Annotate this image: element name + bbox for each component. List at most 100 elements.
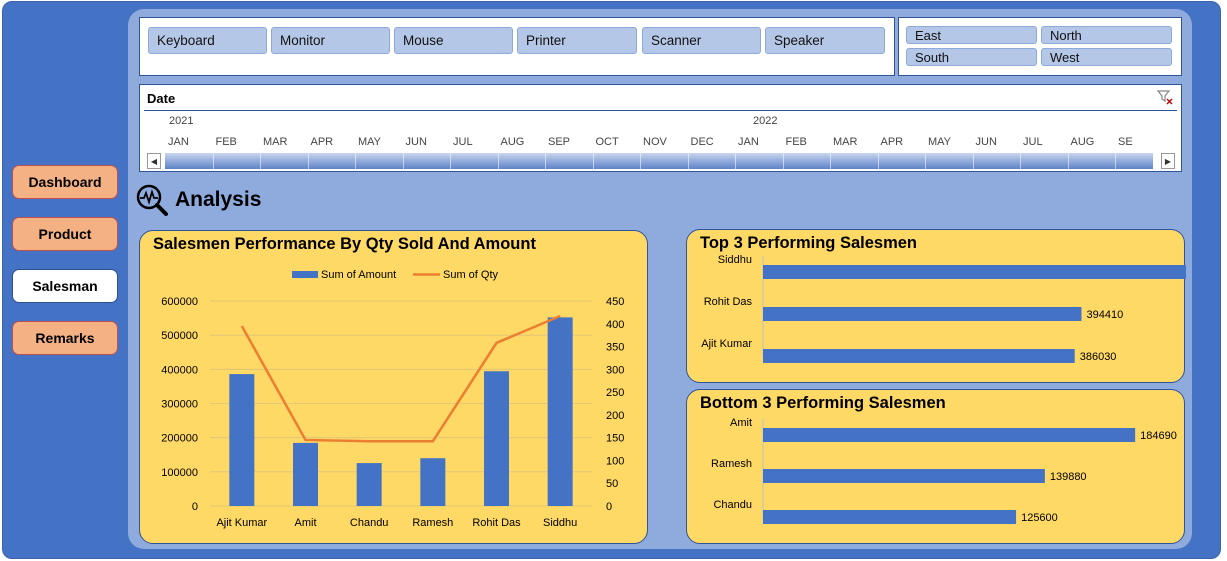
- x-tick-label: Chandu: [350, 517, 389, 529]
- slicer-item-monitor[interactable]: Monitor: [271, 27, 390, 54]
- nav-dashboard-button[interactable]: Dashboard: [12, 165, 118, 199]
- x-tick-label: Siddhu: [543, 517, 577, 529]
- nav-remarks-button[interactable]: Remarks: [12, 321, 118, 355]
- timeline-month-label[interactable]: MAY: [358, 136, 381, 148]
- y-left-tick-label: 300000: [161, 399, 198, 411]
- bar: [763, 349, 1075, 363]
- timeline-month-tick: [877, 153, 879, 169]
- timeline-month-label[interactable]: APR: [881, 136, 904, 148]
- category-label: Amit: [730, 417, 752, 429]
- slicer-item-mouse[interactable]: Mouse: [394, 27, 513, 54]
- timeline-divider: [144, 110, 1177, 111]
- timeline-month-label[interactable]: APR: [311, 136, 334, 148]
- y-right-tick-label: 400: [606, 319, 624, 331]
- bar: [763, 307, 1082, 321]
- y-left-tick-label: 100000: [161, 467, 198, 479]
- analysis-heading: Analysis: [135, 183, 261, 217]
- timeline-month-tick: [307, 153, 309, 169]
- bar: [763, 510, 1017, 524]
- timeline-month-label[interactable]: FEB: [216, 136, 237, 148]
- timeline-month-label[interactable]: MAR: [263, 136, 287, 148]
- bar: [484, 371, 509, 506]
- timeline-month-label[interactable]: AUG: [1071, 136, 1095, 148]
- timeline-month-label[interactable]: JUL: [453, 136, 473, 148]
- y-right-tick-label: 300: [606, 364, 624, 376]
- x-tick-label: Ramesh: [412, 517, 453, 529]
- y-left-tick-label: 200000: [161, 433, 198, 445]
- region-slicer: East North South West: [898, 17, 1182, 76]
- timeline-month-tick: [402, 153, 404, 169]
- timeline-scroll-left-icon[interactable]: ◀: [147, 153, 161, 169]
- bar: [763, 469, 1045, 483]
- bar: [763, 428, 1136, 442]
- data-label: 386030: [1080, 351, 1117, 363]
- legend-swatch-amount: [292, 271, 318, 278]
- timeline-year-2022: 2022: [753, 115, 778, 127]
- category-label: Rohit Das: [704, 296, 753, 308]
- timeline-month-label[interactable]: MAY: [928, 136, 951, 148]
- timeline-month-label[interactable]: AUG: [501, 136, 525, 148]
- timeline-month-tick: [782, 153, 784, 169]
- timeline-month-label[interactable]: SE: [1118, 136, 1133, 148]
- y-right-tick-label: 250: [606, 387, 624, 399]
- data-label: 139880: [1050, 471, 1087, 483]
- timeline-month-tick: [355, 153, 356, 169]
- bottom3-chart: Amit 184690 Ramesh 139880 Chandu 125600: [711, 417, 1177, 524]
- timeline-month-label[interactable]: NOV: [643, 136, 667, 148]
- timeline-month-tick: [640, 153, 641, 169]
- timeline-month-label[interactable]: JAN: [168, 136, 189, 148]
- nav-salesman-button[interactable]: Salesman: [12, 269, 118, 303]
- slicer-item-west[interactable]: West: [1041, 48, 1172, 66]
- timeline-month-tick: [972, 153, 974, 169]
- slicer-item-printer[interactable]: Printer: [517, 27, 637, 54]
- y-right-tick-label: 100: [606, 455, 624, 467]
- slicer-item-north[interactable]: North: [1041, 26, 1172, 44]
- y-left-tick-label: 500000: [161, 330, 198, 342]
- category-label: Ramesh: [711, 458, 752, 470]
- timeline-scroll-right-icon[interactable]: ▶: [1161, 153, 1175, 169]
- slicer-item-speaker[interactable]: Speaker: [765, 27, 885, 54]
- magnifier-chart-icon: [136, 184, 168, 216]
- timeline-month-label[interactable]: JUL: [1023, 136, 1043, 148]
- timeline-month-label[interactable]: DEC: [691, 136, 714, 148]
- data-label: 125600: [1021, 512, 1058, 524]
- timeline-month-label[interactable]: FEB: [786, 136, 807, 148]
- bar: [293, 442, 318, 506]
- category-label: Chandu: [713, 499, 752, 511]
- y-right-tick-label: 150: [606, 433, 624, 445]
- section-title: Analysis: [175, 188, 262, 211]
- slicer-item-south[interactable]: South: [906, 48, 1037, 66]
- y-left-tick-label: 0: [192, 501, 198, 513]
- data-label: 394410: [1086, 309, 1123, 321]
- slicer-item-keyboard[interactable]: Keyboard: [148, 27, 267, 54]
- y-right-tick-label: 350: [606, 342, 624, 354]
- timeline-month-tick: [592, 153, 594, 169]
- timeline-year-2021: 2021: [169, 115, 194, 127]
- data-label: 184690: [1140, 430, 1177, 442]
- bar: [420, 458, 446, 506]
- timeline-month-tick: [687, 153, 689, 169]
- bar: [547, 317, 573, 506]
- timeline-month-label[interactable]: JUN: [406, 136, 427, 148]
- y-right-tick-label: 450: [606, 296, 624, 308]
- timeline-month-label[interactable]: SEP: [548, 136, 570, 148]
- clear-filter-icon[interactable]: [1157, 89, 1173, 105]
- timeline-month-label[interactable]: JAN: [738, 136, 759, 148]
- slicer-item-scanner[interactable]: Scanner: [642, 27, 761, 54]
- combo-chart-panel: Salesmen Performance By Qty Sold And Amo…: [139, 230, 648, 544]
- legend-label-qty: Sum of Qty: [443, 269, 499, 281]
- timeline-month-label[interactable]: MAR: [833, 136, 857, 148]
- timeline-range-bar[interactable]: [165, 153, 1153, 169]
- timeline-month-label[interactable]: JUN: [976, 136, 997, 148]
- slicer-item-east[interactable]: East: [906, 26, 1037, 44]
- y-right-tick-label: 0: [606, 501, 612, 513]
- category-label: Siddhu: [718, 254, 752, 266]
- x-tick-label: Ajit Kumar: [216, 517, 267, 529]
- bar: [763, 265, 1186, 279]
- timeline-month-tick: [1067, 153, 1069, 169]
- x-tick-label: Rohit Das: [472, 517, 521, 529]
- y-left-tick-label: 600000: [161, 296, 198, 308]
- nav-product-button[interactable]: Product: [12, 217, 118, 251]
- timeline-month-label[interactable]: OCT: [596, 136, 619, 148]
- product-slicer: Keyboard Monitor Mouse Printer Scanner S…: [139, 17, 895, 76]
